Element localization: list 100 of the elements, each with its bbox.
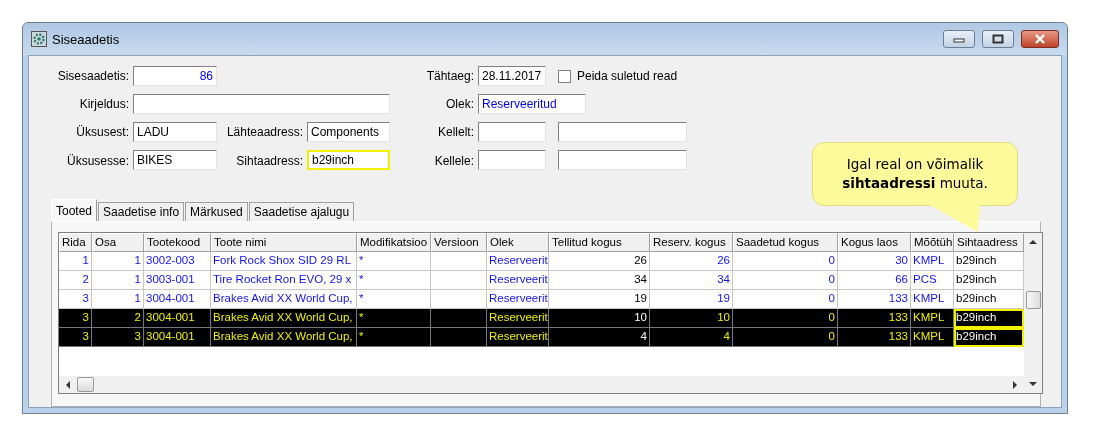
column-header[interactable]: Kogus laos bbox=[838, 233, 911, 252]
table-cell: * bbox=[357, 252, 431, 271]
table-cell: * bbox=[357, 271, 431, 290]
field-label: Olek: bbox=[445, 97, 474, 111]
table-cell: 3004-001 bbox=[144, 328, 211, 347]
input-field[interactable]: Components bbox=[307, 122, 390, 142]
table-cell: Fork Rock Shox SID 29 RL bbox=[211, 252, 357, 271]
table-cell: Brakes Avid XX World Cup, bbox=[211, 328, 357, 347]
field-label: Tähtaeg: bbox=[425, 69, 474, 83]
table-cell: 1 bbox=[59, 252, 92, 271]
table-row[interactable]: 3 2 3004-001 Brakes Avid XX World Cup, * Reserveerit 10 10 0 133 KMPL b29inch bbox=[59, 309, 1024, 328]
table-cell: 0 bbox=[733, 328, 838, 347]
table-cell: 2 bbox=[59, 271, 92, 290]
table-cell bbox=[431, 328, 487, 347]
table-cell: 26 bbox=[650, 252, 733, 271]
close-icon bbox=[1033, 34, 1047, 44]
maximize-icon bbox=[992, 34, 1004, 44]
callout-text: Igal real on võimalik sihtaadressi muuta. bbox=[841, 155, 989, 193]
field-label: Kellelt: bbox=[436, 125, 474, 139]
table-cell: KMPL bbox=[911, 252, 954, 271]
scroll-left-icon[interactable] bbox=[65, 380, 71, 389]
table-cell: 26 bbox=[549, 252, 650, 271]
scroll-right-icon[interactable] bbox=[1012, 380, 1018, 389]
field-label: Lähteaadress: bbox=[225, 125, 303, 139]
column-header[interactable]: Versioon bbox=[431, 233, 487, 252]
table-cell: b29inch bbox=[954, 309, 1024, 328]
table-row[interactable]: 3 3 3004-001 Brakes Avid XX World Cup, * Reserveerit 4 4 0 133 KMPL b29inch bbox=[59, 328, 1024, 347]
column-header[interactable]: Sihtaadress bbox=[954, 233, 1024, 252]
gear-icon bbox=[31, 31, 47, 47]
table-cell: 34 bbox=[549, 271, 650, 290]
input-field[interactable] bbox=[478, 150, 546, 170]
input-field[interactable]: LADU bbox=[133, 122, 217, 142]
field-label: Kirjeldus: bbox=[78, 97, 129, 111]
table-cell: 4 bbox=[549, 328, 650, 347]
scroll-thumb[interactable] bbox=[1025, 291, 1041, 309]
tab[interactable]: Saadetise ajalugu bbox=[248, 202, 355, 221]
column-header[interactable]: Toote nimi bbox=[211, 233, 357, 252]
table-cell: 66 bbox=[838, 271, 911, 290]
input-field[interactable]: 28.11.2017 bbox=[478, 66, 546, 86]
field-label: Sisesaadetis: bbox=[56, 69, 129, 83]
column-header[interactable]: Olek bbox=[487, 233, 549, 252]
table-cell: PCS bbox=[911, 271, 954, 290]
column-header[interactable]: Tellitud kogus bbox=[549, 233, 650, 252]
horizontal-scrollbar[interactable] bbox=[59, 376, 1024, 393]
tab[interactable]: Saadetise info bbox=[98, 202, 185, 221]
scroll-down-icon[interactable] bbox=[1029, 381, 1037, 387]
table-cell: 1 bbox=[92, 252, 144, 271]
table-cell: Tire Rocket Ron EVO, 29 x bbox=[211, 271, 357, 290]
input-field[interactable] bbox=[558, 122, 687, 142]
window-title: Siseaadetis bbox=[52, 31, 120, 47]
table-cell: 3 bbox=[92, 328, 144, 347]
column-header[interactable]: Reserv. kogus bbox=[650, 233, 733, 252]
input-field[interactable]: BIKES bbox=[133, 150, 217, 170]
input-field[interactable] bbox=[478, 122, 546, 142]
input-field[interactable]: Reserveeritud bbox=[478, 94, 586, 114]
table-cell: 1 bbox=[92, 271, 144, 290]
table-cell: KMPL bbox=[911, 328, 954, 347]
minimize-button[interactable] bbox=[943, 30, 975, 48]
scroll-up-icon[interactable] bbox=[1029, 239, 1037, 245]
input-field[interactable] bbox=[558, 150, 687, 170]
table-cell: 3002-003 bbox=[144, 252, 211, 271]
table-cell: Reserveerit bbox=[487, 271, 549, 290]
column-header[interactable]: Osa bbox=[92, 233, 144, 252]
field-label: Sihtaadress: bbox=[235, 153, 303, 168]
table-cell: 30 bbox=[838, 252, 911, 271]
scroll-thumb[interactable] bbox=[77, 377, 94, 392]
table-cell: b29inch bbox=[954, 328, 1024, 347]
tab[interactable]: Märkused bbox=[185, 202, 248, 221]
checkbox-label: Peida suletud read bbox=[577, 69, 678, 83]
minimize-icon bbox=[953, 35, 965, 43]
vertical-scrollbar[interactable] bbox=[1024, 233, 1042, 393]
close-button[interactable] bbox=[1021, 30, 1059, 48]
tab[interactable]: Tooted bbox=[51, 199, 98, 221]
field-label: Üksusest: bbox=[75, 125, 129, 139]
table-cell: 34 bbox=[650, 271, 733, 290]
input-field[interactable]: b29inch bbox=[307, 150, 390, 170]
column-header[interactable]: Saadetud kogus bbox=[733, 233, 838, 252]
input-field[interactable]: 86 bbox=[133, 66, 217, 86]
table-cell: 133 bbox=[838, 328, 911, 347]
table-cell: Reserveerit bbox=[487, 252, 549, 271]
table-cell: * bbox=[357, 328, 431, 347]
input-field[interactable] bbox=[133, 94, 390, 114]
table-row[interactable]: 2 1 3003-001 Tire Rocket Ron EVO, 29 x * Reserveerit 34 34 0 66 PCS b29inch bbox=[59, 271, 1024, 290]
field-label: Üksusesse: bbox=[65, 153, 129, 168]
column-header[interactable]: Rida bbox=[59, 233, 92, 252]
maximize-button[interactable] bbox=[982, 30, 1014, 48]
table-cell bbox=[431, 252, 487, 271]
table-cell: 0 bbox=[733, 252, 838, 271]
table-cell: 0 bbox=[733, 271, 838, 290]
column-header[interactable]: Tootekood bbox=[144, 233, 211, 252]
checkbox[interactable] bbox=[558, 69, 571, 83]
table-cell: 3003-001 bbox=[144, 271, 211, 290]
table-cell: 4 bbox=[650, 328, 733, 347]
table-cell: 3 bbox=[59, 328, 92, 347]
column-header[interactable]: Mõõtüh bbox=[911, 233, 954, 252]
column-header[interactable]: Modifikatsioo bbox=[357, 233, 431, 252]
table-row[interactable]: 1 1 3002-003 Fork Rock Shox SID 29 RL * Reserveerit 26 26 0 30 KMPL b29inch bbox=[59, 252, 1024, 271]
table-cell: Reserveerit bbox=[487, 328, 549, 347]
field-label: Kellele: bbox=[433, 153, 474, 168]
table-cell bbox=[431, 271, 487, 290]
